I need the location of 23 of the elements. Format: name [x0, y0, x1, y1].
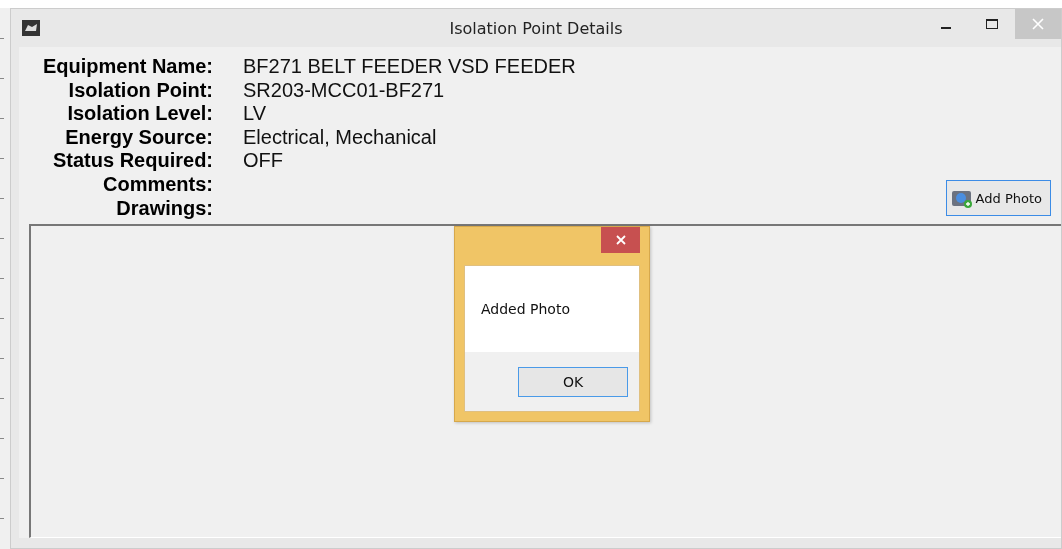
field-label: Equipment Name: [43, 55, 214, 79]
field-value: BF271 BELT FEEDER VSD FEEDER [243, 55, 576, 79]
app-icon [22, 20, 40, 36]
close-icon [615, 235, 626, 245]
field-label: Drawings: [115, 196, 214, 221]
field-label: Energy Source: [64, 125, 214, 150]
maximize-icon [986, 19, 998, 29]
dialog-message: Added Photo [481, 301, 570, 317]
field-value: LV [243, 102, 267, 126]
field-label: Comments: [102, 172, 214, 197]
add-photo-button[interactable]: Add Photo [945, 180, 1051, 217]
field-label: Isolation Level: [66, 102, 214, 126]
field-value: OFF [243, 149, 285, 173]
window-title: Isolation Point Details [449, 18, 623, 38]
close-button[interactable] [601, 227, 640, 253]
camera-icon [950, 188, 973, 209]
close-icon [1032, 18, 1044, 30]
ok-button[interactable]: OK [518, 366, 628, 397]
field-value: SR203-MCC01-BF271 [243, 78, 446, 103]
field-label: Isolation Point: [67, 78, 214, 103]
minimize-icon [941, 26, 951, 29]
field-label: Status Required: [52, 149, 214, 173]
field-value: Electrical, Mechanical [243, 125, 438, 150]
